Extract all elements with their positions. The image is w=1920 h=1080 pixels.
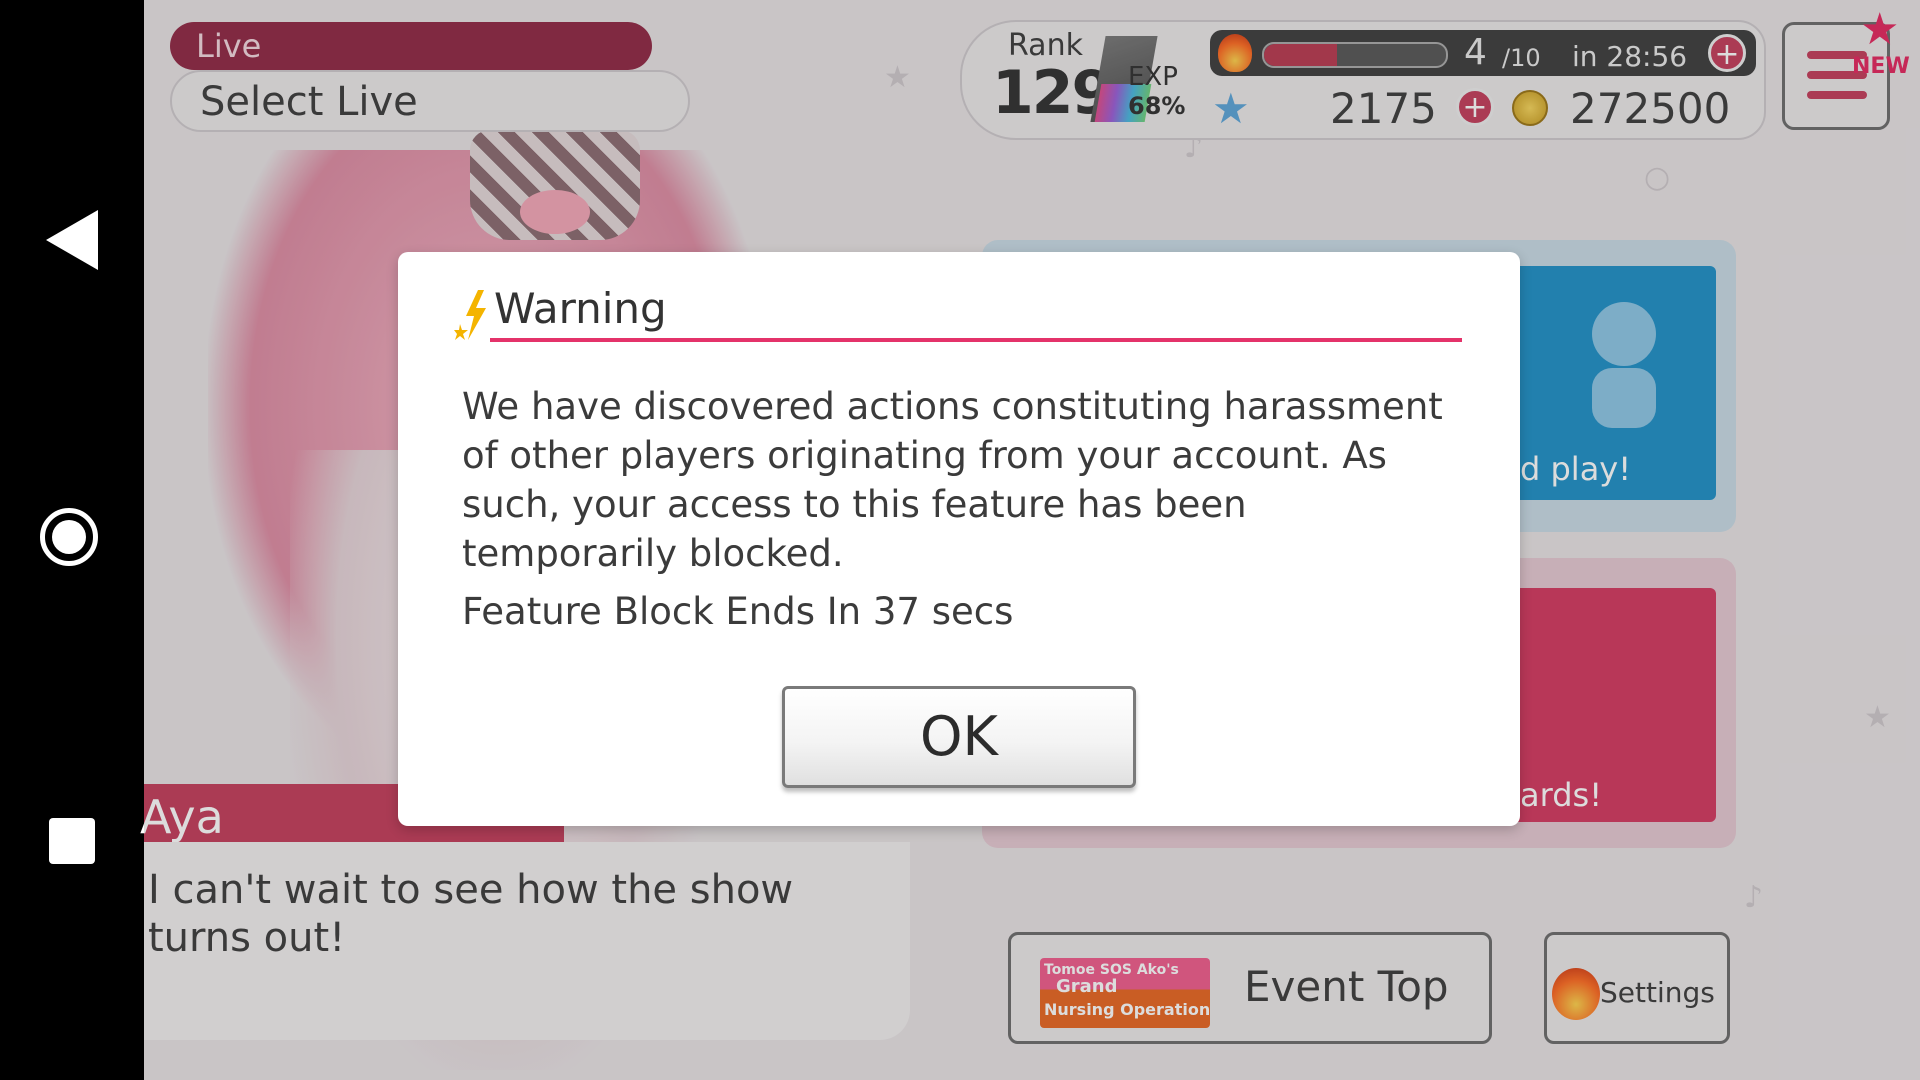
dialog-title: Warning bbox=[494, 284, 667, 333]
lightning-star-icon bbox=[454, 290, 486, 340]
dialog-message: We have discovered actions constituting … bbox=[462, 385, 1443, 575]
ok-button[interactable]: OK bbox=[782, 686, 1136, 788]
recent-apps-icon[interactable] bbox=[49, 818, 95, 864]
home-icon[interactable] bbox=[40, 508, 98, 566]
title-divider bbox=[490, 338, 1462, 342]
block-timer: Feature Block Ends In 37 secs bbox=[462, 590, 1014, 633]
back-icon[interactable] bbox=[46, 210, 98, 270]
